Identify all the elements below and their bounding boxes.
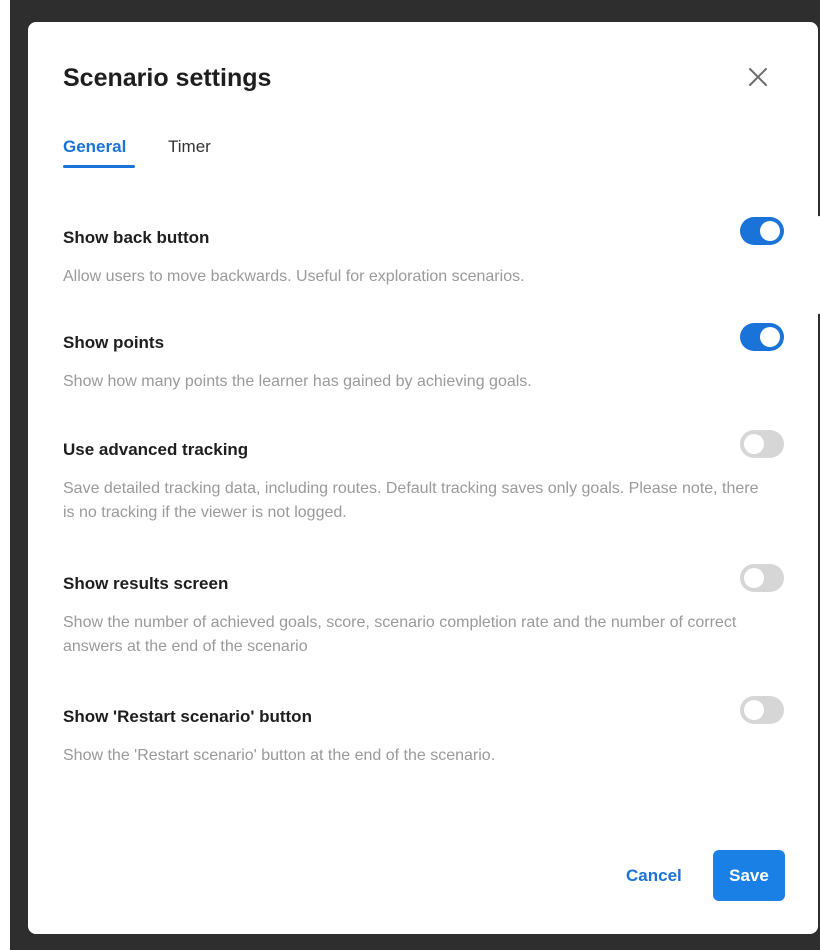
cancel-button[interactable]: Cancel xyxy=(618,858,690,894)
setting-description: Show the 'Restart scenario' button at th… xyxy=(63,747,496,764)
setting-title: Use advanced tracking xyxy=(63,440,249,459)
backdrop xyxy=(0,0,10,950)
close-button[interactable] xyxy=(745,64,771,90)
scenario-settings-dialog: Scenario settings General Timer Show bac… xyxy=(28,22,818,934)
toggle-knob xyxy=(760,327,780,347)
setting-title: Show results screen xyxy=(63,574,229,593)
tab-timer[interactable]: Timer xyxy=(168,136,211,158)
toggle-knob xyxy=(744,568,764,588)
show-restart-scenario-button-toggle[interactable] xyxy=(740,696,784,724)
tab-general-label: General xyxy=(63,137,127,156)
close-icon xyxy=(749,68,767,86)
setting-title: Show 'Restart scenario' button xyxy=(63,707,312,726)
dialog-title: Scenario settings xyxy=(63,64,272,92)
show-points-toggle[interactable] xyxy=(740,323,784,351)
setting-description: Save detailed tracking data, including r… xyxy=(63,480,759,521)
toggle-knob xyxy=(760,221,780,241)
setting-title: Show points xyxy=(63,333,165,352)
show-back-button-toggle[interactable] xyxy=(740,217,784,245)
use-advanced-tracking-toggle[interactable] xyxy=(740,430,784,458)
setting-description: Show how many points the learner has gai… xyxy=(63,373,532,390)
tab-timer-label: Timer xyxy=(168,137,211,156)
active-tab-underline xyxy=(63,165,135,168)
setting-description: Allow users to move backwards. Useful fo… xyxy=(63,268,525,285)
toggle-knob xyxy=(744,700,764,720)
setting-title: Show back button xyxy=(63,228,210,247)
show-results-screen-toggle[interactable] xyxy=(740,564,784,592)
tab-general[interactable]: General xyxy=(63,136,135,168)
setting-description: Show the number of achieved goals, score… xyxy=(63,614,737,655)
toggle-knob xyxy=(744,434,764,454)
save-button[interactable]: Save xyxy=(713,850,785,901)
